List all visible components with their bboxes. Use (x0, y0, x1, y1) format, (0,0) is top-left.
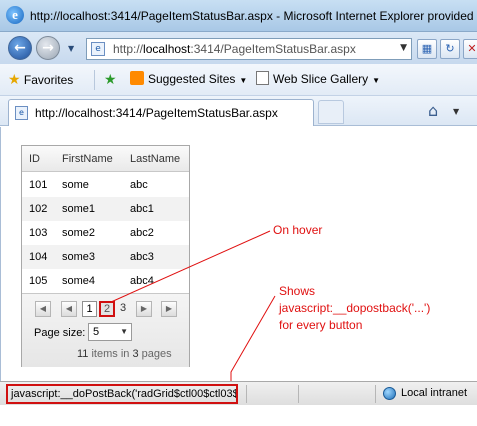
status-separator (298, 385, 299, 403)
url-host: localhost (143, 42, 191, 56)
cell-firstname: some1 (62, 203, 96, 215)
tab-label: http://localhost:3414/PageItemStatusBar.… (35, 106, 278, 120)
favorites-star-icon: ★ (8, 71, 21, 87)
cell-firstname: some4 (62, 275, 96, 287)
annotation-line-1: Shows (279, 284, 316, 298)
window-title: http://localhost:3414/PageItemStatusBar.… (30, 9, 474, 23)
security-zone[interactable]: Local intranet (401, 387, 467, 399)
page-size-label: Page size: (34, 327, 86, 339)
add-favorite-icon: ★ (104, 71, 117, 87)
first-page-button[interactable]: ◀ (35, 301, 51, 317)
ie-logo-icon: e (6, 6, 24, 24)
page-size-select[interactable]: 5 ▼ (88, 323, 132, 341)
tab-active[interactable]: e http://localhost:3414/PageItemStatusBa… (8, 99, 314, 126)
cell-firstname: some3 (62, 251, 96, 263)
cell-firstname: some (62, 179, 89, 191)
cell-lastname: abc3 (130, 251, 154, 263)
table-row[interactable]: 102 some1 abc1 (22, 197, 189, 221)
page-number-3[interactable]: 3 (118, 301, 128, 317)
address-dropdown-icon[interactable]: ▼ (400, 43, 407, 53)
items-count: 11 (77, 348, 89, 360)
table-row[interactable]: 103 some2 abc2 (22, 221, 189, 245)
home-dropdown-icon[interactable]: ▼ (453, 107, 459, 116)
tab-page-icon: e (15, 106, 28, 120)
pager-summary: 11 items in 3 pages (77, 348, 172, 360)
web-slice-icon (256, 71, 269, 85)
suggested-sites-button[interactable]: Suggested Sites ▼ (130, 71, 247, 89)
pages-count: 3 (132, 348, 139, 360)
items-text: items in (91, 348, 130, 360)
page-size-value: 5 (93, 326, 100, 338)
web-slice-gallery-button[interactable]: Web Slice Gallery ▼ (256, 71, 380, 89)
favorites-bar: ★ Favorites ★ Suggested Sites ▼ Web Slice… (0, 64, 477, 96)
next-page-button[interactable]: ▶ (136, 301, 152, 317)
table-row[interactable]: 104 some3 abc3 (22, 245, 189, 269)
cell-lastname: abc4 (130, 275, 154, 287)
cell-id: 105 (29, 275, 48, 287)
cell-lastname: abc1 (130, 203, 154, 215)
status-text: javascript:__doPostBack('radGrid$ctl00$c… (6, 384, 238, 404)
rad-grid: ID FirstName LastName 101 some abc 102 s… (21, 145, 190, 367)
cell-id: 103 (29, 227, 48, 239)
annotation-line-3: for every button (279, 318, 363, 332)
annotation-shows: Shows javascript:__dopostback('...') for… (279, 283, 430, 334)
navigation-bar: ← → ▼ e http://localhost:3414/PageItemSt… (0, 32, 477, 64)
annotation-on-hover: On hover (273, 223, 323, 237)
address-bar[interactable]: e http://localhost:3414/PageItemStatusBa… (86, 38, 412, 60)
cell-id: 101 (29, 179, 48, 191)
column-header-firstname[interactable]: FirstName (62, 153, 113, 165)
back-button[interactable]: ← (8, 36, 32, 60)
home-icon[interactable]: ⌂ (428, 101, 438, 120)
favorites-separator (94, 70, 95, 90)
tab-bar: e http://localhost:3414/PageItemStatusBa… (0, 96, 477, 126)
title-bar: e http://localhost:3414/PageItemStatusBa… (0, 0, 477, 32)
grid-pager: ◀ ◀ 1 2 3 ▶ ▶ Page size: 5 ▼ 11 items in… (22, 293, 189, 367)
cell-firstname: some2 (62, 227, 96, 239)
url-path: :3414/PageItemStatusBar.aspx (190, 42, 356, 56)
cell-lastname: abc2 (130, 227, 154, 239)
stop-button[interactable]: ✕ (463, 39, 477, 59)
favorites-label: Favorites (23, 73, 74, 87)
status-separator (375, 385, 376, 403)
favorites-button[interactable]: ★ Favorites (8, 71, 73, 89)
chevron-down-icon: ▼ (372, 76, 381, 85)
forward-button[interactable]: → (36, 36, 60, 60)
add-to-favorites-button[interactable]: ★ (104, 71, 117, 89)
page-number-2[interactable]: 2 (99, 301, 115, 317)
table-row[interactable]: 105 some4 abc4 (22, 269, 189, 293)
status-separator (246, 385, 247, 403)
pages-text: pages (141, 348, 172, 360)
new-tab-button[interactable] (318, 100, 344, 124)
column-header-id[interactable]: ID (29, 153, 40, 165)
globe-icon (383, 387, 396, 400)
previous-page-button[interactable]: ◀ (61, 301, 77, 317)
page-number-1[interactable]: 1 (82, 301, 97, 317)
annotation-line-2: javascript:__dopostback('...') (279, 301, 431, 315)
chevron-down-icon: ▼ (120, 327, 128, 336)
chevron-down-icon: ▼ (239, 76, 248, 85)
page-icon: e (91, 42, 105, 56)
cell-id: 102 (29, 203, 48, 215)
suggested-sites-label: Suggested Sites (148, 72, 236, 86)
url-scheme: http:// (113, 42, 144, 56)
taskbar-edge (0, 405, 477, 426)
table-row[interactable]: 101 some abc (22, 173, 189, 197)
status-bar: javascript:__doPostBack('radGrid$ctl00$c… (0, 381, 477, 405)
suggested-sites-icon (130, 71, 144, 85)
compatibility-view-button[interactable]: ▦ (417, 39, 437, 59)
refresh-button[interactable]: ↻ (440, 39, 460, 59)
cell-id: 104 (29, 251, 48, 263)
address-url[interactable]: http://localhost:3414/PageItemStatusBar.… (113, 42, 356, 56)
column-header-lastname[interactable]: LastName (130, 153, 180, 165)
last-page-button[interactable]: ▶ (161, 301, 177, 317)
web-slice-label: Web Slice Gallery (273, 72, 369, 86)
recent-pages-dropdown-icon[interactable]: ▼ (68, 44, 74, 53)
cell-lastname: abc (130, 179, 148, 191)
grid-header: ID FirstName LastName (22, 146, 189, 172)
